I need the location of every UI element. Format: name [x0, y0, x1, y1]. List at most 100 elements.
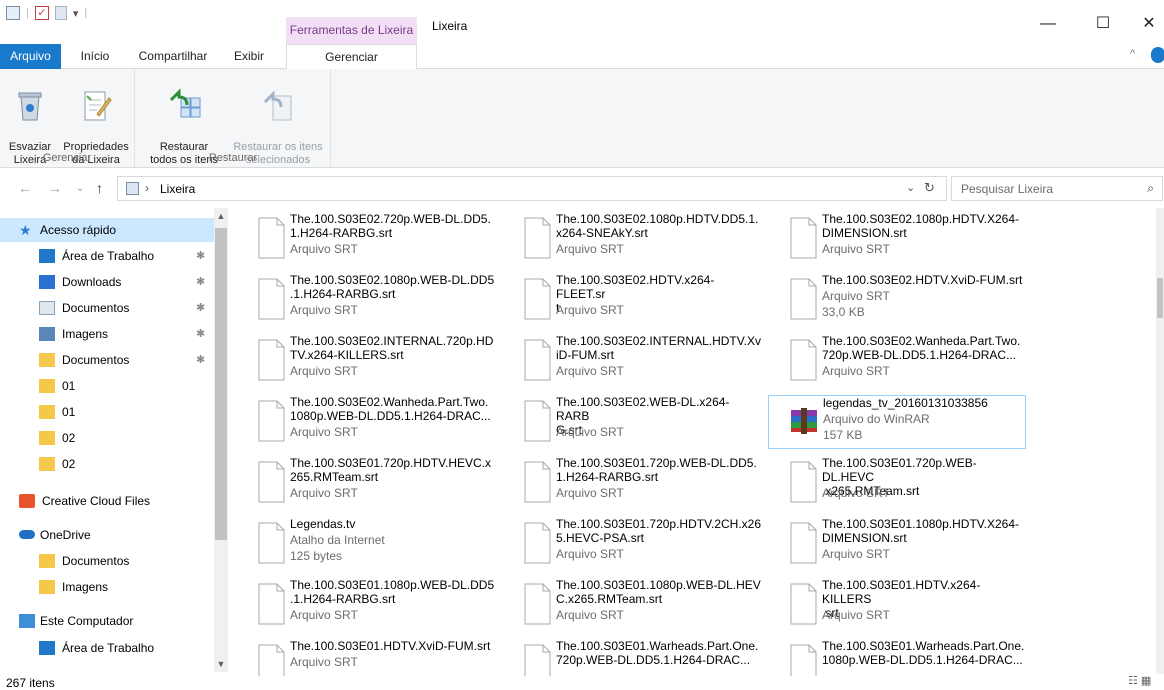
- tab-manage[interactable]: Gerenciar: [286, 44, 417, 70]
- file-item[interactable]: The.100.S03E02.Wanheda.Part.Two. 1080p.W…: [236, 395, 494, 449]
- sidebar-item-pc-desktop[interactable]: Área de Trabalho: [0, 636, 214, 660]
- sidebar-item[interactable]: Documentos ✱: [0, 348, 214, 372]
- file-icon: [258, 400, 285, 442]
- file-item[interactable]: The.100.S03E01.1080p.HDTV.X264- DIMENSIO…: [768, 517, 1026, 571]
- file-item[interactable]: The.100.S03E01.1080p.WEB-DL.HEV C.x265.R…: [502, 578, 761, 632]
- sidebar-item[interactable]: Downloads ✱: [0, 270, 214, 294]
- file-item[interactable]: The.100.S03E02.INTERNAL.720p.HD TV.x264-…: [236, 334, 494, 388]
- cloud-folder-icon: [39, 554, 55, 568]
- file-item[interactable]: The.100.S03E02.Wanheda.Part.Two. 720p.WE…: [768, 334, 1026, 388]
- file-item[interactable]: The.100.S03E02.1080p.HDTV.X264- DIMENSIO…: [768, 212, 1026, 266]
- scroll-up-icon[interactable]: ▲: [214, 208, 228, 224]
- sidebar-scrollbar[interactable]: ▲ ▼: [214, 208, 228, 672]
- file-type: Arquivo SRT: [822, 242, 890, 256]
- file-item[interactable]: legendas_tv_20160131033856 Arquivo do Win…: [768, 395, 1026, 449]
- sidebar-item-onedrive[interactable]: OneDrive: [0, 523, 214, 547]
- pin-icon[interactable]: ✱: [196, 270, 205, 294]
- tab-home[interactable]: Início: [72, 44, 118, 69]
- file-item[interactable]: The.100.S03E02.1080p.WEB-DL.DD5 .1.H264-…: [236, 273, 494, 327]
- file-item[interactable]: The.100.S03E01.720p.WEB-DL.HEVC .x265.RM…: [768, 456, 1026, 510]
- file-item[interactable]: The.100.S03E02.HDTV.x264-FLEET.sr t Arqui…: [502, 273, 760, 327]
- file-item[interactable]: The.100.S03E01.Warheads.Part.One. 1080p.…: [768, 639, 1026, 676]
- file-name: The.100.S03E02.720p.WEB-DL.DD5. 1.H264-R…: [290, 212, 491, 240]
- file-item[interactable]: The.100.S03E02.1080p.HDTV.DD5.1. x264-SN…: [502, 212, 760, 266]
- sidebar-item-quick-access[interactable]: ★ Acesso rápido: [0, 218, 214, 242]
- file-item[interactable]: The.100.S03E01.HDTV.x264-KILLERS .srt Arq…: [768, 578, 1026, 632]
- file-item[interactable]: The.100.S03E01.720p.HDTV.HEVC.x 265.RMTe…: [236, 456, 494, 510]
- pin-icon[interactable]: ✱: [196, 244, 205, 268]
- sidebar-item[interactable]: Área de Trabalho ✱: [0, 244, 214, 268]
- file-type: Arquivo SRT: [290, 486, 358, 500]
- pin-icon[interactable]: ✱: [196, 296, 205, 320]
- breadcrumb[interactable]: Lixeira: [160, 182, 195, 196]
- file-name: The.100.S03E02.1080p.HDTV.DD5.1. x264-SN…: [556, 212, 759, 240]
- file-type: Arquivo SRT: [822, 486, 890, 500]
- search-input[interactable]: Pesquisar Lixeira ⌕: [951, 176, 1163, 201]
- sidebar-item[interactable]: Imagens ✱: [0, 322, 214, 346]
- sidebar-item[interactable]: 01: [0, 374, 214, 398]
- sidebar-item[interactable]: 01: [0, 400, 214, 424]
- help-icon[interactable]: [1151, 47, 1164, 63]
- sidebar-item-this-pc[interactable]: Este Computador: [0, 609, 214, 633]
- file-icon: [524, 461, 551, 503]
- folder-icon: [39, 379, 55, 393]
- collapse-ribbon-icon[interactable]: ^: [1130, 48, 1135, 60]
- sidebar-item-onedrive-documents[interactable]: Documentos: [0, 549, 214, 573]
- file-name: Legendas.tv: [290, 517, 356, 531]
- file-item[interactable]: The.100.S03E01.HDTV.XviD-FUM.srt Arquivo …: [236, 639, 494, 676]
- recent-locations-chevron-icon[interactable]: ⌄: [76, 183, 84, 194]
- file-name: The.100.S03E01.720p.HDTV.HEVC.x 265.RMTe…: [290, 456, 492, 484]
- customize-qat-icon[interactable]: ▾: [73, 7, 79, 20]
- onedrive-cloud-icon: [19, 530, 35, 539]
- sidebar-scroll-thumb[interactable]: [215, 228, 227, 540]
- file-name: The.100.S03E01.1080p.WEB-DL.DD5 .1.H264-…: [290, 578, 495, 606]
- properties-check-icon[interactable]: ✓: [34, 6, 49, 20]
- sidebar-item-creative-cloud[interactable]: Creative Cloud Files: [0, 489, 214, 513]
- scroll-down-icon[interactable]: ▼: [214, 656, 228, 672]
- file-icon: [524, 278, 551, 320]
- file-name: legendas_tv_20160131033856: [823, 396, 988, 410]
- file-size: 157 KB: [823, 428, 863, 442]
- sidebar-item-onedrive-images[interactable]: Imagens: [0, 575, 214, 599]
- address-bar[interactable]: › Lixeira ⌄ ↻: [117, 176, 947, 201]
- file-icon: [258, 278, 285, 320]
- file-item[interactable]: The.100.S03E02.WEB-DL.x264-RARB G.srt Arq…: [502, 395, 760, 449]
- file-item[interactable]: The.100.S03E01.720p.WEB-DL.DD5. 1.H264-R…: [502, 456, 760, 510]
- file-type: Arquivo SRT: [556, 608, 624, 622]
- up-arrow-icon[interactable]: ↑: [96, 180, 103, 196]
- recycle-bin-small-icon[interactable]: [6, 6, 20, 20]
- sidebar-item[interactable]: 02: [0, 452, 214, 476]
- tab-share[interactable]: Compartilhar: [128, 44, 218, 69]
- minimize-button[interactable]: —: [1033, 14, 1063, 34]
- address-dropdown-icon[interactable]: ⌄: [906, 181, 915, 194]
- content-scroll-thumb[interactable]: [1157, 278, 1163, 318]
- forward-arrow-icon[interactable]: →: [48, 180, 62, 196]
- sidebar-item[interactable]: Documentos ✱: [0, 296, 214, 320]
- file-item[interactable]: The.100.S03E02.INTERNAL.HDTV.Xv iD-FUM.s…: [502, 334, 761, 388]
- maximize-button[interactable]: ☐: [1088, 14, 1118, 34]
- file-icon: [258, 583, 285, 625]
- pin-icon[interactable]: ✱: [196, 322, 205, 346]
- pin-icon[interactable]: ✱: [196, 348, 205, 372]
- search-icon[interactable]: ⌕: [1147, 181, 1154, 196]
- refresh-icon[interactable]: ↻: [924, 180, 935, 196]
- file-type: Arquivo SRT: [556, 425, 624, 439]
- file-item[interactable]: The.100.S03E02.720p.WEB-DL.DD5. 1.H264-R…: [236, 212, 494, 266]
- sidebar-item[interactable]: 02: [0, 426, 214, 450]
- file-icon: [524, 217, 551, 259]
- tab-view[interactable]: Exibir: [226, 44, 272, 69]
- file-type: Arquivo SRT: [556, 547, 624, 561]
- tab-file[interactable]: Arquivo: [0, 44, 61, 69]
- file-item[interactable]: The.100.S03E01.1080p.WEB-DL.DD5 .1.H264-…: [236, 578, 494, 632]
- file-item[interactable]: The.100.S03E02.HDTV.XviD-FUM.srt Arquivo …: [768, 273, 1026, 327]
- file-icon: [258, 644, 285, 676]
- file-item[interactable]: The.100.S03E01.720p.HDTV.2CH.x26 5.HEVC-…: [502, 517, 761, 571]
- file-item[interactable]: Legendas.tv Atalho da Internet 125 bytes: [236, 517, 494, 571]
- new-folder-icon[interactable]: [54, 6, 67, 20]
- view-toggle-icons[interactable]: ☷ ▦: [1128, 674, 1151, 687]
- recycle-bin-icon: [18, 92, 42, 121]
- close-button[interactable]: ✕: [1134, 14, 1164, 34]
- content-scrollbar[interactable]: [1156, 208, 1164, 674]
- file-item[interactable]: The.100.S03E01.Warheads.Part.One. 720p.W…: [502, 639, 760, 676]
- back-arrow-icon[interactable]: ←: [18, 180, 32, 196]
